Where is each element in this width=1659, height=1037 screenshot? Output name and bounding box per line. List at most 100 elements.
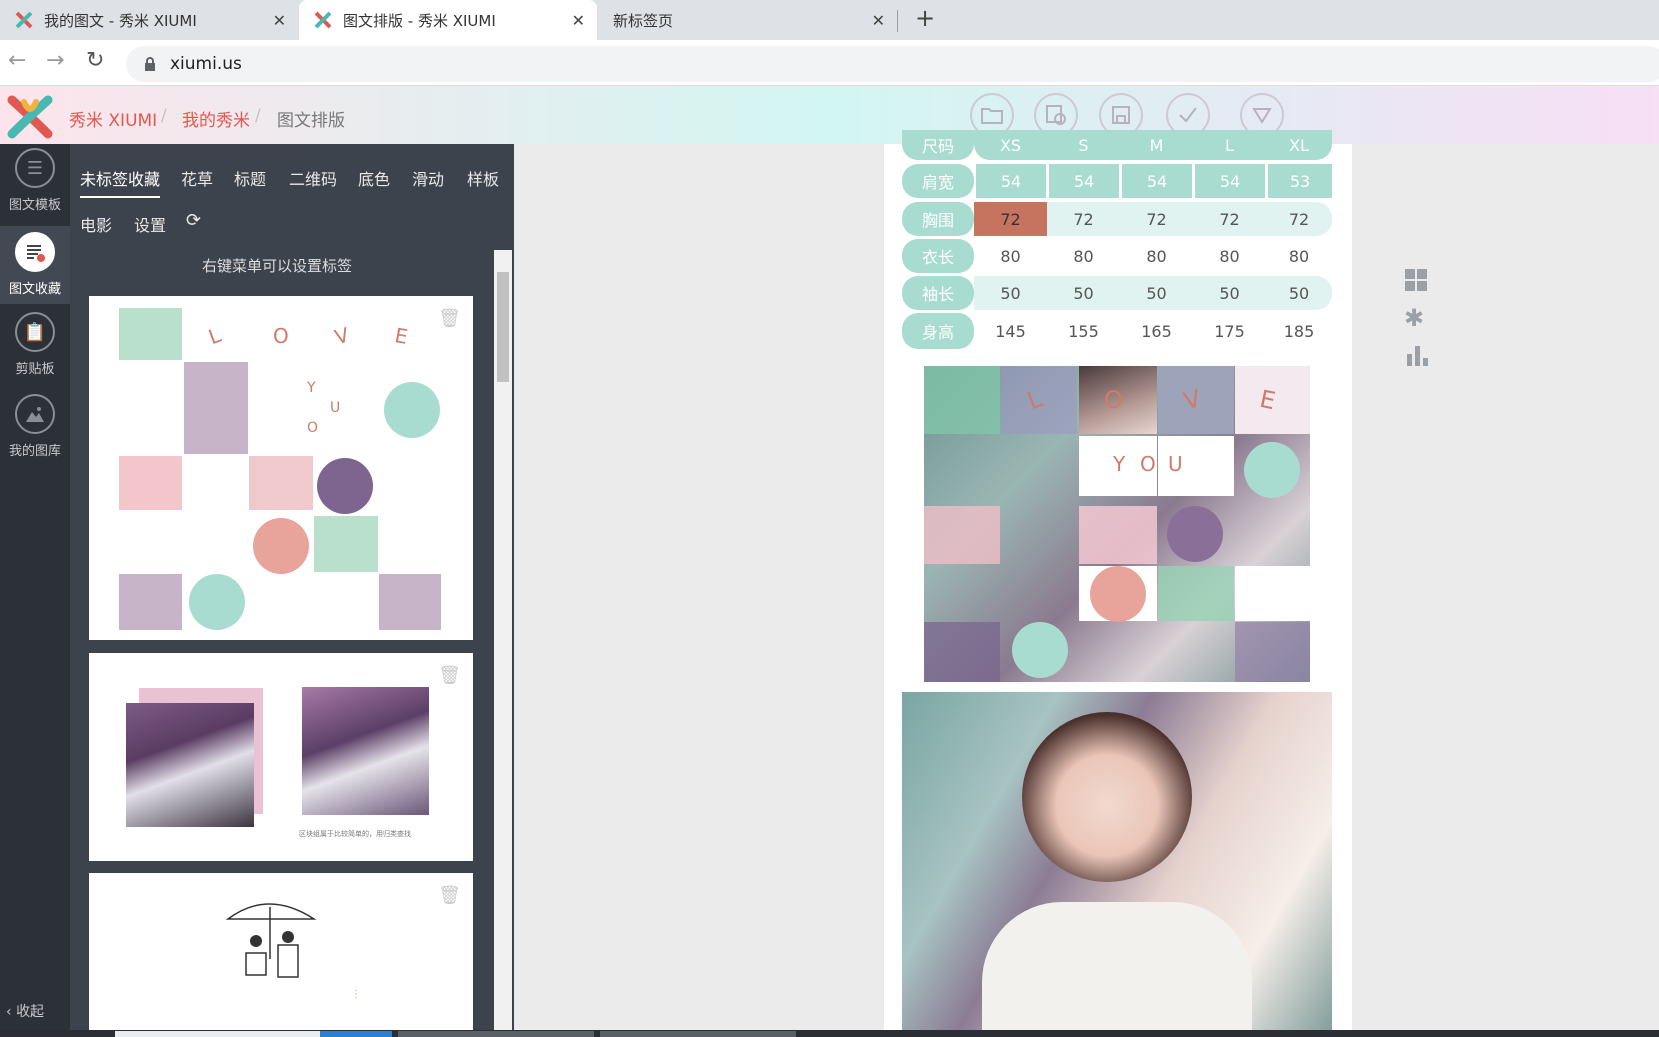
table-header-cell: XS — [999, 135, 1022, 155]
taskbar-item[interactable] — [600, 1031, 796, 1037]
you-letter: O — [307, 420, 319, 436]
sidebar-item-label: 图文收藏 — [8, 282, 61, 297]
breadcrumb-separator: / — [161, 106, 167, 126]
close-tab-icon[interactable]: ✕ — [273, 11, 286, 30]
sidebar-item-label: 剪贴板 — [15, 362, 55, 377]
back-arrow-icon[interactable]: ← — [8, 48, 26, 73]
you-letter: Y — [1113, 452, 1126, 476]
purple-circle — [317, 458, 373, 514]
mauve-rect — [184, 362, 248, 454]
editor-canvas[interactable]: 尺码 XS S M L XL 肩宽 54 54 54 54 53 胸围 72 7… — [884, 130, 1352, 1037]
mint-tile — [1158, 566, 1234, 621]
favorite-card-love[interactable]: 🗑 L O V E Y U O — [89, 296, 473, 640]
mauve-tile — [924, 622, 1000, 682]
size-table: 尺码 XS S M L XL 肩宽 54 54 54 54 53 胸围 72 7… — [902, 130, 1332, 354]
xiumi-favicon — [313, 10, 333, 30]
mint-square — [314, 516, 378, 572]
tab-movie[interactable]: 电影 — [80, 212, 112, 236]
table-cell: 80 — [1146, 246, 1167, 266]
taskbar-item[interactable] — [320, 1031, 392, 1037]
sidebar-item-gallery[interactable]: 我的图库 — [0, 394, 70, 466]
mint-tile — [924, 366, 1000, 434]
lock-icon — [145, 57, 155, 71]
trash-icon[interactable]: 🗑 — [438, 885, 461, 906]
photo-thumbnail — [126, 703, 254, 827]
breadcrumb-my-xiumi[interactable]: 我的秀米 — [182, 106, 250, 131]
browser-tab-1[interactable]: 我的图文 - 秀米 XIUMI ✕ — [0, 0, 298, 40]
table-cell: 50 — [1288, 283, 1310, 303]
tab-settings[interactable]: 设置 — [134, 212, 166, 236]
panel-scrollbar[interactable] — [494, 250, 512, 1030]
umbrella-couple-illustration — [225, 903, 317, 978]
table-cell: 54 — [1195, 164, 1265, 198]
scrollbar-thumb[interactable] — [497, 272, 509, 382]
forward-arrow-icon[interactable]: → — [46, 48, 64, 73]
mauve-square — [379, 574, 441, 630]
taskbar-item[interactable] — [115, 1031, 320, 1037]
url-field[interactable]: xiumi.us — [126, 46, 1659, 82]
browser-tab-2[interactable]: 图文排版 - 秀米 XIUMI ✕ — [299, 0, 597, 40]
table-row-label: 肩宽 — [902, 164, 974, 198]
purple-circle — [1167, 506, 1223, 562]
sidebar-item-clipboard[interactable]: 📋 剪贴板 — [0, 312, 70, 384]
collapse-button[interactable]: ‹ 收起 — [6, 1001, 44, 1021]
tab-flowers[interactable]: 花草 — [181, 166, 213, 190]
url-text: xiumi.us — [170, 54, 242, 74]
table-cell: 80 — [1288, 246, 1310, 266]
table-cell: 54 — [976, 164, 1046, 198]
table-row-label: 胸围 — [902, 202, 974, 236]
mint-circle — [384, 382, 440, 438]
tab-background[interactable]: 底色 — [358, 166, 390, 190]
asterisk-icon[interactable]: ✱ — [1404, 304, 1424, 332]
love-you-collage[interactable]: L O V E Y O U — [924, 366, 1310, 682]
table-cell: 50 — [1000, 283, 1021, 303]
grid-layout-icon[interactable] — [1404, 268, 1428, 296]
card-caption: 区块组属于比较简单的，用归类查找 — [299, 830, 411, 838]
trash-icon[interactable]: 🗑 — [438, 308, 461, 329]
close-tab-icon[interactable]: ✕ — [572, 11, 585, 30]
accent-mark: ⋮ — [351, 989, 361, 1000]
bar-chart-icon[interactable] — [1406, 344, 1430, 370]
tab-qrcode[interactable]: 二维码 — [289, 166, 337, 190]
refresh-icon[interactable]: ⟳ — [186, 210, 201, 231]
sidebar-item-favorites[interactable]: 图文收藏 — [0, 226, 70, 304]
mauve-square — [119, 574, 182, 630]
portrait-photo[interactable] — [902, 692, 1332, 1037]
taskbar-item[interactable] — [398, 1031, 594, 1037]
you-letter: Y — [307, 380, 316, 396]
photo-grid-thumbnail — [302, 687, 429, 815]
tab-titles[interactable]: 标题 — [234, 166, 266, 190]
brand-link[interactable]: 秀米 XIUMI — [69, 106, 157, 131]
table-cell: 165 — [1141, 321, 1172, 341]
new-tab-icon[interactable]: + — [915, 4, 935, 32]
table-cell: 80 — [1219, 246, 1240, 266]
xiumi-favicon — [14, 10, 34, 30]
sidebar-item-templates[interactable]: ☰ 图文模板 — [0, 148, 70, 220]
close-tab-icon[interactable]: ✕ — [872, 11, 885, 30]
browser-tab-3[interactable]: 新标签页 ✕ — [599, 0, 897, 40]
portrait-shirt — [982, 902, 1252, 1037]
tab-samples[interactable]: 样板 — [467, 166, 499, 190]
trash-icon[interactable]: 🗑 — [438, 665, 461, 686]
collapse-label: 收起 — [16, 1004, 45, 1020]
taskbar-strip — [0, 1030, 1659, 1037]
pink-tile — [924, 506, 1000, 564]
reload-icon[interactable]: ↻ — [86, 48, 104, 73]
table-row-label: 身高 — [902, 313, 974, 349]
love-letter: O — [273, 324, 289, 348]
tab-slide[interactable]: 滑动 — [412, 166, 444, 190]
love-letter: E — [393, 323, 410, 349]
browser-tab-strip: 我的图文 - 秀米 XIUMI ✕ 图文排版 - 秀米 XIUMI ✕ 新标签页… — [0, 0, 1659, 40]
table-cell: 145 — [995, 321, 1026, 341]
table-row-label: 衣长 — [902, 239, 974, 273]
breadcrumb-separator: / — [255, 106, 261, 126]
tab-untagged[interactable]: 未标签收藏 — [80, 166, 161, 198]
mint-circle — [189, 574, 245, 630]
xiumi-logo[interactable] — [6, 94, 54, 144]
favorite-card-photo-grid[interactable]: 🗑 区块组属于比较简单的，用归类查找 — [89, 653, 473, 861]
favorite-card-umbrella[interactable]: 🗑 ⋮ — [89, 873, 473, 1037]
clipboard-icon: 📋 — [15, 312, 55, 352]
table-cell: 54 — [1122, 164, 1192, 198]
table-cell: 155 — [1068, 321, 1099, 341]
table-header-cell: XL — [1289, 135, 1309, 155]
